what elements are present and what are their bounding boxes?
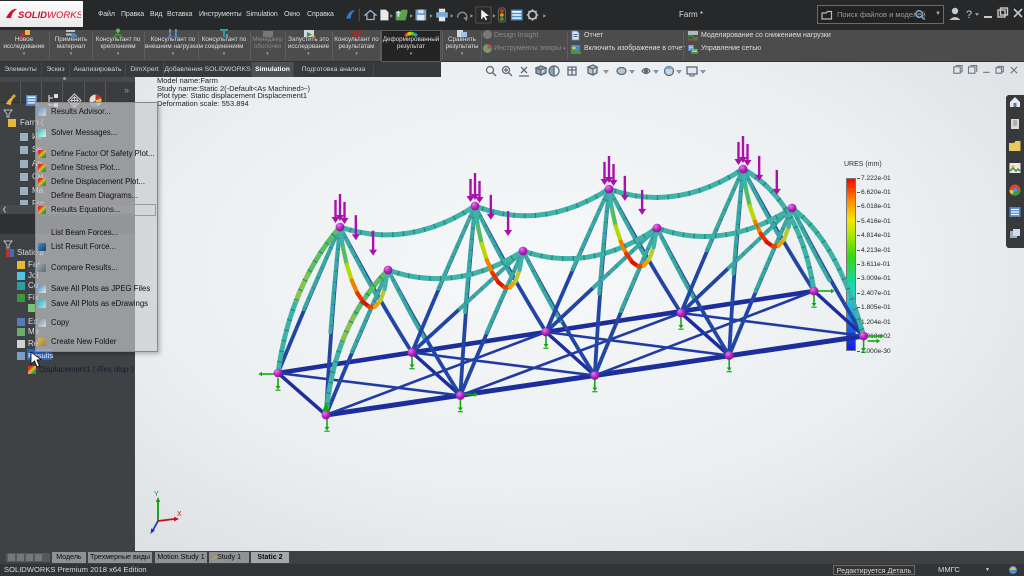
svg-text:WORKS: WORKS — [47, 10, 81, 21]
svg-text:Y: Y — [154, 491, 159, 498]
svg-text:?: ? — [966, 9, 972, 21]
svg-text:SOLID: SOLID — [18, 10, 47, 21]
svg-text:X: X — [177, 511, 182, 518]
